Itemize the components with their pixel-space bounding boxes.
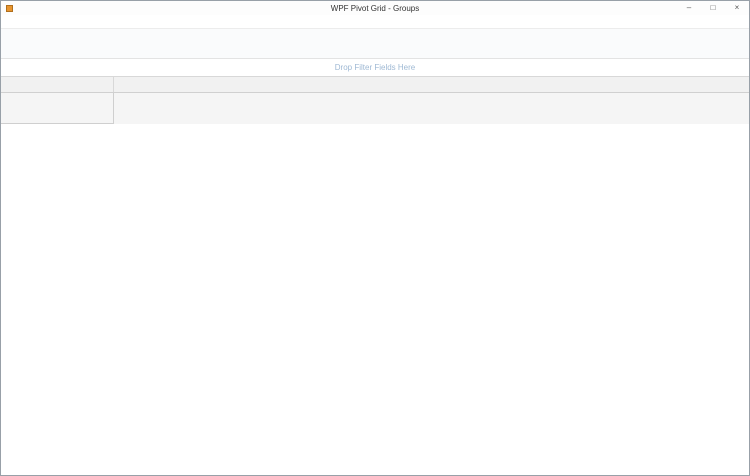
data-field-area bbox=[1, 77, 114, 92]
titlebar: WPF Pivot Grid - Groups – □ × bbox=[1, 1, 749, 15]
minimize-button[interactable]: – bbox=[677, 1, 701, 15]
drop-filter-text: Drop Filter Fields Here bbox=[335, 63, 415, 72]
toolbar bbox=[1, 29, 749, 59]
menubar bbox=[1, 15, 749, 29]
pivot-grid bbox=[1, 76, 749, 124]
maximize-button[interactable]: □ bbox=[701, 1, 725, 15]
column-headers bbox=[114, 93, 750, 124]
pivot-header-band bbox=[1, 93, 749, 124]
drop-filter-area[interactable]: Drop Filter Fields Here bbox=[1, 59, 749, 76]
close-button[interactable]: × bbox=[725, 1, 749, 15]
pivot-field-band bbox=[1, 76, 749, 93]
window-title: WPF Pivot Grid - Groups bbox=[1, 4, 749, 13]
window-controls: – □ × bbox=[677, 1, 749, 15]
column-fields-area bbox=[114, 77, 118, 92]
app-window: WPF Pivot Grid - Groups – □ × Drop Filte… bbox=[0, 0, 750, 476]
row-fields-area bbox=[1, 93, 114, 124]
